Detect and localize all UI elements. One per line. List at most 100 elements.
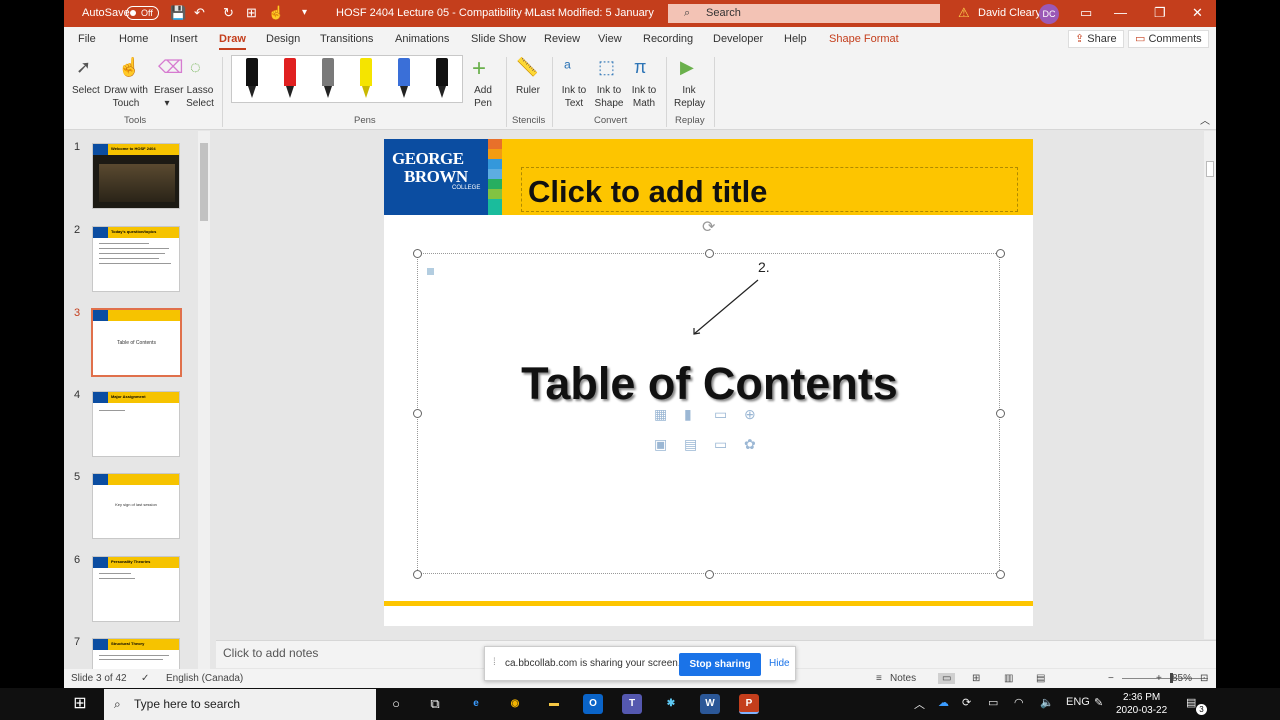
- pen-black-2[interactable]: [436, 58, 448, 98]
- pen-red[interactable]: [284, 58, 296, 98]
- sync-icon[interactable]: ⟳: [962, 696, 971, 709]
- eraser-button[interactable]: Eraser ▾: [154, 84, 183, 110]
- user-name[interactable]: David Cleary: [978, 7, 1041, 19]
- ink-to-math-button[interactable]: Ink to Math: [628, 84, 660, 110]
- rotate-handle-icon[interactable]: ⟳: [702, 217, 715, 237]
- tab-insert[interactable]: Insert: [170, 33, 198, 45]
- autosave-toggle[interactable]: Off: [126, 6, 159, 20]
- last-modified[interactable]: Last Modified: 5 January: [534, 7, 654, 19]
- pencil-gray[interactable]: [322, 58, 334, 98]
- editor-scrollbar[interactable]: [1204, 131, 1216, 639]
- resize-handle[interactable]: [413, 249, 422, 258]
- slide-show-icon[interactable]: ▤: [1036, 673, 1045, 684]
- collaborate-icon[interactable]: ✱: [661, 694, 681, 714]
- language-tray-icon[interactable]: ENG: [1066, 696, 1090, 708]
- resize-handle[interactable]: [705, 249, 714, 258]
- warning-icon[interactable]: ⚠: [958, 5, 970, 21]
- tab-view[interactable]: View: [598, 33, 622, 45]
- content-placeholder[interactable]: 2. ▦ ▮ ▭ ⊕ ▣ ▤ ▭ ✿ Table of Contents: [413, 249, 1005, 579]
- task-view-icon[interactable]: ⧉: [425, 694, 445, 714]
- tab-recording[interactable]: Recording: [643, 33, 693, 45]
- slide-sorter-icon[interactable]: ⊞: [972, 673, 980, 684]
- search-box[interactable]: ⌕ Search: [668, 4, 940, 23]
- slide-canvas[interactable]: GEORGE BROWN COLLEGE Click to add title …: [384, 139, 1033, 626]
- collapse-ribbon-icon[interactable]: ︿: [1200, 115, 1210, 128]
- save-icon[interactable]: 💾: [170, 5, 186, 21]
- notes-toggle[interactable]: Notes: [890, 673, 916, 684]
- title-placeholder[interactable]: Click to add title: [521, 167, 1018, 212]
- fit-slide-icon[interactable]: ⊡: [1200, 673, 1208, 684]
- customize-qat-icon[interactable]: ▾: [302, 7, 307, 18]
- tab-help[interactable]: Help: [784, 33, 807, 45]
- taskbar-search-box[interactable]: ⌕ Type here to search: [104, 689, 376, 720]
- slide-thumbnail-5[interactable]: Key sign of last session: [92, 473, 180, 539]
- edge-icon[interactable]: e: [466, 694, 486, 714]
- tab-review[interactable]: Review: [544, 33, 580, 45]
- zoom-level[interactable]: 85%: [1172, 673, 1192, 684]
- tab-slide-show[interactable]: Slide Show: [471, 33, 526, 45]
- zoom-in-icon[interactable]: +: [1156, 673, 1162, 684]
- select-button[interactable]: Select: [72, 84, 100, 97]
- insert-online-picture-icon[interactable]: ▤: [684, 436, 697, 453]
- share-button[interactable]: ⇪ Share: [1068, 30, 1124, 48]
- tab-developer[interactable]: Developer: [713, 33, 763, 45]
- maximize-icon[interactable]: ❐: [1154, 5, 1166, 21]
- add-pen-button[interactable]: Add Pen: [468, 84, 498, 110]
- highlighter-yellow[interactable]: [360, 58, 372, 98]
- wifi-icon[interactable]: ◠: [1014, 696, 1024, 709]
- windows-start-icon[interactable]: ⊞: [70, 694, 90, 714]
- resize-handle[interactable]: [996, 409, 1005, 418]
- user-avatar[interactable]: DC: [1039, 4, 1059, 24]
- tab-file[interactable]: File: [78, 33, 96, 45]
- tab-shape-format[interactable]: Shape Format: [829, 33, 899, 45]
- ribbon-display-icon[interactable]: ▭: [1080, 5, 1092, 21]
- tab-animations[interactable]: Animations: [395, 33, 449, 45]
- insert-picture-icon[interactable]: ▣: [654, 436, 667, 453]
- file-explorer-icon[interactable]: ▬: [544, 694, 564, 714]
- resize-handle[interactable]: [413, 570, 422, 579]
- tab-draw[interactable]: Draw: [219, 33, 246, 50]
- tab-transitions[interactable]: Transitions: [320, 33, 373, 45]
- battery-icon[interactable]: ▭: [988, 696, 998, 709]
- language-indicator[interactable]: English (Canada): [166, 673, 243, 684]
- drag-grip-icon[interactable]: ⁞: [493, 657, 496, 668]
- pen-black[interactable]: [246, 58, 258, 98]
- resize-handle[interactable]: [413, 409, 422, 418]
- zoom-out-icon[interactable]: −: [1108, 673, 1114, 684]
- close-icon[interactable]: ✕: [1192, 5, 1203, 21]
- draw-with-touch-button[interactable]: Draw with Touch: [104, 84, 148, 110]
- slide-thumbnail-6[interactable]: Personality Theories: [92, 556, 180, 622]
- insert-video-icon[interactable]: ▭: [714, 436, 727, 453]
- resize-handle[interactable]: [705, 570, 714, 579]
- action-center-icon[interactable]: ▤: [1186, 696, 1196, 709]
- insert-icons-icon[interactable]: ✿: [744, 436, 756, 453]
- reading-view-icon[interactable]: ▥: [1004, 673, 1013, 684]
- chrome-icon[interactable]: ◉: [505, 694, 525, 714]
- word-icon[interactable]: W: [700, 694, 720, 714]
- zoom-slider-track[interactable]: [1122, 678, 1208, 679]
- slide-thumbnail-3-selected[interactable]: Table of Contents: [91, 308, 182, 377]
- volume-icon[interactable]: 🔈: [1040, 696, 1054, 709]
- comments-button[interactable]: ▭ Comments: [1128, 30, 1209, 48]
- show-hidden-icons[interactable]: ︿: [914, 696, 925, 712]
- scrollbar-thumb[interactable]: [200, 143, 208, 221]
- onedrive-icon[interactable]: ☁: [938, 696, 949, 709]
- undo-icon[interactable]: ↶: [194, 5, 205, 21]
- lasso-select-button[interactable]: Lasso Select: [186, 84, 214, 110]
- slide-thumbnail-7[interactable]: Structural Theory: [92, 638, 180, 669]
- resize-handle[interactable]: [996, 249, 1005, 258]
- stop-sharing-button[interactable]: Stop sharing: [679, 653, 761, 676]
- tab-home[interactable]: Home: [119, 33, 148, 45]
- scrollbar-thumb[interactable]: [1206, 161, 1214, 177]
- ink-replay-button[interactable]: Ink Replay: [674, 84, 705, 110]
- pen-galaxy[interactable]: [398, 58, 410, 98]
- minimize-icon[interactable]: —: [1114, 5, 1127, 20]
- normal-view-icon[interactable]: ▭: [938, 673, 956, 684]
- ruler-button[interactable]: Ruler: [516, 84, 540, 97]
- ink-to-shape-button[interactable]: Ink to Shape: [594, 84, 624, 110]
- ink-to-text-button[interactable]: Ink to Text: [560, 84, 588, 110]
- slide-thumbnail-4[interactable]: Major Assignment: [92, 391, 180, 457]
- powerpoint-icon[interactable]: P: [739, 694, 759, 714]
- cortana-icon[interactable]: ○: [386, 694, 406, 714]
- redo-icon[interactable]: ↻: [223, 5, 234, 21]
